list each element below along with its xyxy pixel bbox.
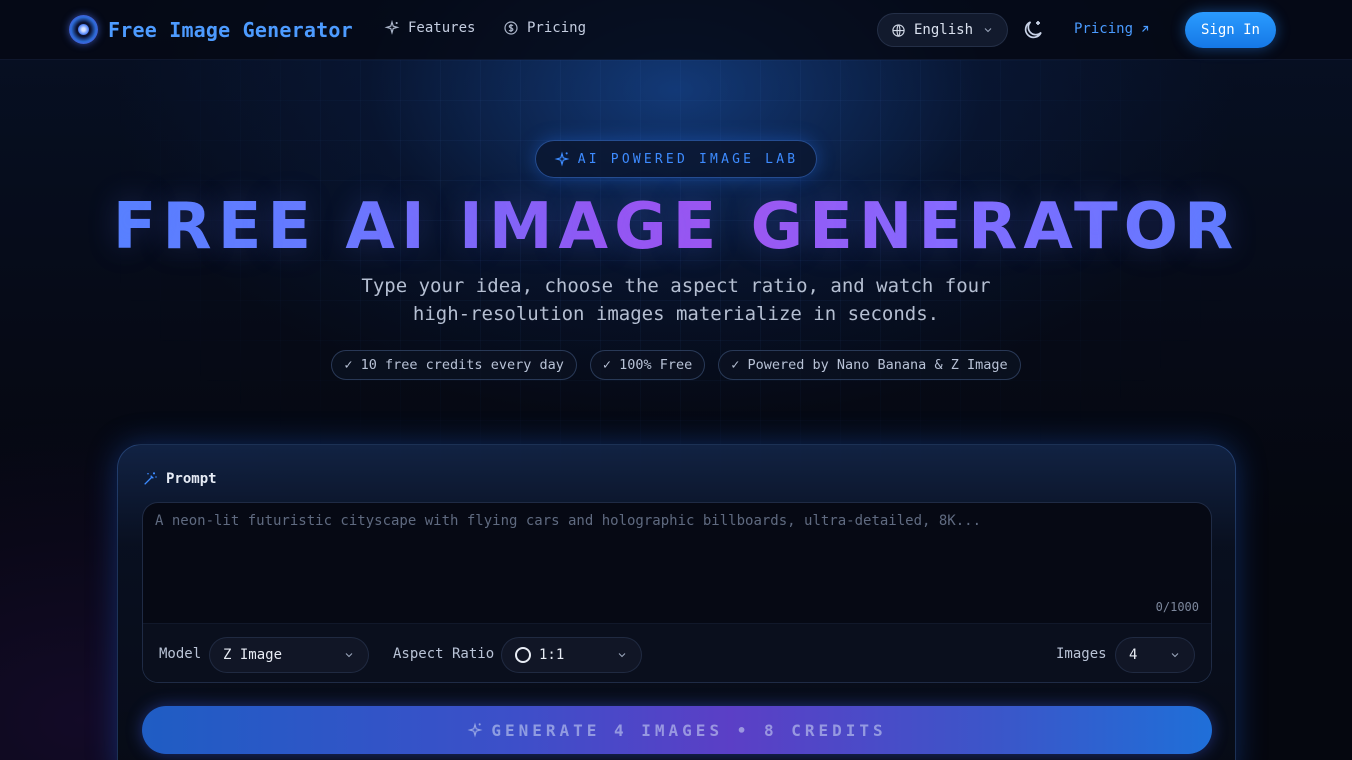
nav-pricing-label: Pricing [527,20,587,36]
model-label: Model [159,646,202,662]
subtitle-line-1: Type your idea, choose the aspect ratio,… [361,275,991,297]
images-count-value: 4 [1129,647,1138,663]
pill-label: AI POWERED IMAGE LAB [577,151,799,167]
aspect-ratio-label: Aspect Ratio [393,646,495,662]
pricing-external-link[interactable]: Pricing [1074,21,1151,37]
chevron-down-icon [618,653,626,658]
arrow-up-right-icon [1142,25,1149,32]
ai-lab-pill: AI POWERED IMAGE LAB [535,140,817,178]
prompt-editor: 0/1000 Model Z Image Aspect Ratio 1:1 Im… [142,502,1212,683]
prompt-label: Prompt [142,471,217,487]
pricing-link-label: Pricing [1074,21,1134,37]
generator-controls: Model Z Image Aspect Ratio 1:1 Images 4 [143,623,1211,682]
generate-button[interactable]: GENERATE 4 IMAGES • 8 CREDITS [142,706,1212,754]
moon-sparkle-icon[interactable] [1021,18,1045,42]
aspect-ratio-select[interactable]: 1:1 [501,637,642,673]
chevron-down-icon [345,653,353,658]
sparkle-icon [554,151,570,167]
nav-pricing-link[interactable]: Pricing [503,20,586,36]
sparkle-icon [467,722,483,738]
badge-powered-by: ✓ Powered by Nano Banana & Z Image [718,350,1021,380]
hero-subtitle: Type your idea, choose the aspect ratio,… [0,272,1352,328]
globe-icon [892,23,905,37]
badge-free: ✓ 100% Free [589,350,706,380]
circle-ratio-icon [515,647,531,663]
prompt-input[interactable] [143,503,1211,623]
brand-home-link[interactable]: Free Image Generator [69,15,353,44]
feature-badges: ✓ 10 free credits every day ✓ 100% Free … [0,350,1352,380]
nav-features-label: Features [408,20,476,36]
hero-title: FREE AI IMAGE GENERATOR [0,190,1352,264]
nav-features-link[interactable]: Features [384,20,475,36]
swirl-logo-icon [69,15,98,44]
model-value: Z Image [223,647,283,663]
generator-card: Prompt 0/1000 Model Z Image Aspect Ratio… [117,444,1236,760]
chevron-down-icon [984,28,992,33]
prompt-label-text: Prompt [166,471,217,487]
brand-name: Free Image Generator [108,17,353,42]
sparkle-icon [384,20,400,35]
chevron-down-icon [1171,653,1179,658]
char-counter: 0/1000 [1155,600,1199,614]
subtitle-line-2: high-resolution images materialize in se… [412,303,940,325]
top-navbar: Free Image Generator Features Pricing En… [0,0,1352,60]
generate-label: GENERATE 4 IMAGES • 8 CREDITS [491,720,887,740]
aspect-ratio-value: 1:1 [539,647,565,663]
images-count-select[interactable]: 4 [1115,637,1195,673]
language-value: English [914,22,974,38]
language-selector[interactable]: English [877,13,1008,47]
dollar-circle-icon [504,21,518,35]
images-label: Images [1056,646,1107,662]
magic-wand-icon [144,472,157,485]
model-select[interactable]: Z Image [209,637,369,673]
badge-free-credits: ✓ 10 free credits every day [331,350,577,380]
sign-in-button[interactable]: Sign In [1185,12,1276,48]
